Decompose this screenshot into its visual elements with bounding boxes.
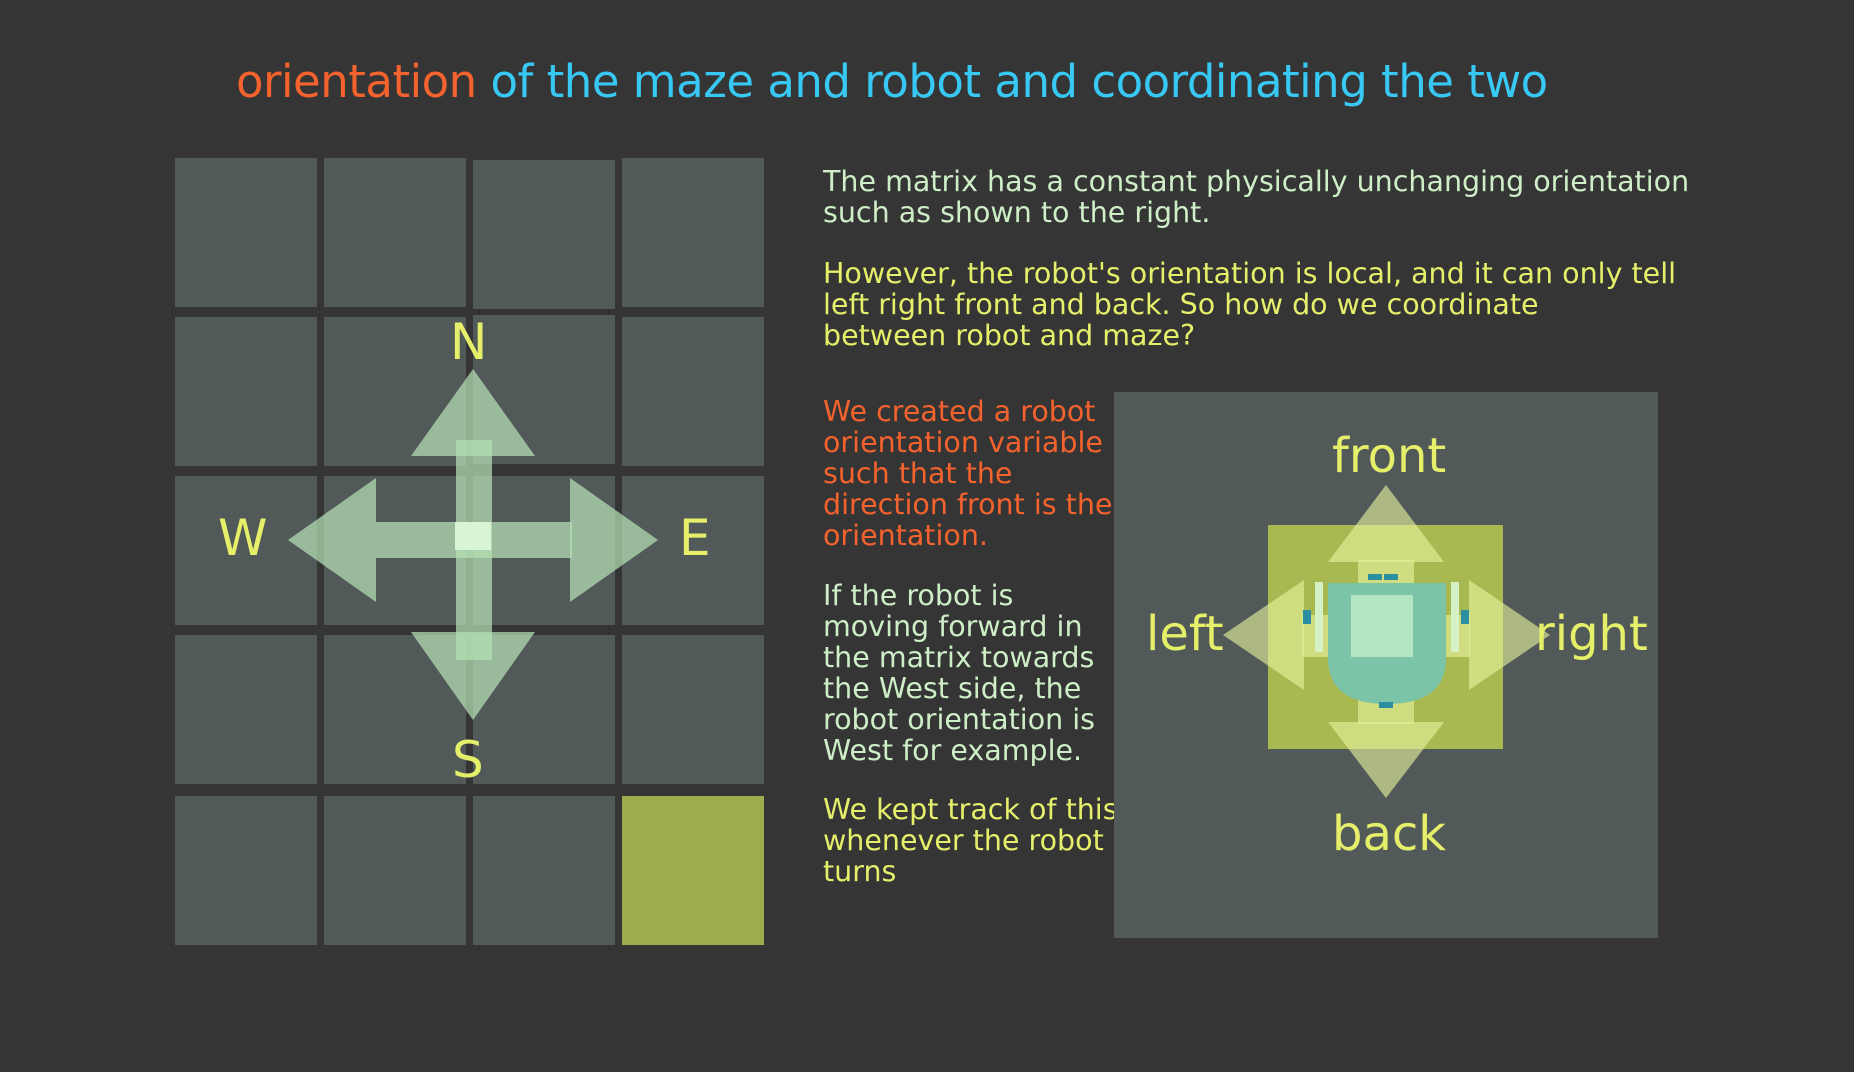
compass-west-label: W <box>218 509 268 567</box>
title-accent: orientation <box>236 55 477 108</box>
maze-cell <box>175 158 317 307</box>
text-line: robot orientation is <box>823 703 1096 736</box>
text-line: such that the <box>823 457 1013 490</box>
robot-left-label: left <box>1146 606 1224 662</box>
text-line: We kept track of this <box>823 793 1118 826</box>
text-line: the matrix towards <box>823 641 1095 674</box>
text-line: orientation. <box>823 519 988 552</box>
text-line: We created a robot <box>823 395 1096 428</box>
sensor-back-icon <box>1379 702 1393 708</box>
maze-cell <box>324 317 466 466</box>
robot-back-label: back <box>1332 806 1447 862</box>
paragraph-robot-local: However, the robot's orientation is loca… <box>823 258 1676 351</box>
maze-cell <box>175 796 317 945</box>
text-line: West for example. <box>823 734 1083 767</box>
compass-east-label: E <box>679 509 711 567</box>
paragraph-tracking: We kept track of this whenever the robot… <box>823 794 1118 887</box>
text-line: The matrix has a constant physically unc… <box>823 165 1690 198</box>
compass-south-label: S <box>452 731 484 789</box>
title-rest: of the maze and robot and coordinating t… <box>476 55 1548 108</box>
maze-cell <box>175 317 317 466</box>
text-line: If the robot is <box>823 579 1014 612</box>
text-line: direction front is the <box>823 488 1113 521</box>
robot-panel: front back left right <box>1114 392 1658 938</box>
maze-cell <box>622 158 764 307</box>
maze-cell <box>473 160 615 309</box>
front-arrow-icon <box>1328 485 1444 562</box>
text-line: left right front and back. So how do we … <box>823 288 1539 321</box>
left-arrow-icon <box>1223 580 1304 690</box>
text-line: between robot and maze? <box>823 319 1196 352</box>
sensor-front-icon <box>1384 574 1398 580</box>
sensor-front-icon <box>1368 574 1382 580</box>
maze-cell <box>324 476 466 625</box>
compass-north-label: N <box>450 313 488 371</box>
maze-cell <box>324 158 466 307</box>
goal-cell <box>622 796 764 945</box>
slide: orientation of the maze and robot and co… <box>0 0 1854 1072</box>
text-line: orientation variable <box>823 426 1103 459</box>
text-line: moving forward in <box>823 610 1083 643</box>
text-line: whenever the robot <box>823 824 1104 857</box>
maze-cell <box>324 635 466 784</box>
slide-title: orientation of the maze and robot and co… <box>236 50 1548 114</box>
paragraph-west-example: If the robot is moving forward in the ma… <box>823 580 1095 766</box>
maze-cell <box>324 796 466 945</box>
paragraph-orientation-variable: We created a robot orientation variable … <box>823 396 1112 551</box>
back-arrow-icon <box>1328 722 1444 798</box>
robot-front-label: front <box>1332 428 1447 484</box>
sensor-left-icon <box>1303 610 1311 624</box>
text-line: the West side, the <box>823 672 1082 705</box>
robot-right-label: right <box>1535 606 1648 662</box>
text-line: such as shown to the right. <box>823 196 1211 229</box>
maze-cell <box>473 476 615 625</box>
maze-cell <box>473 796 615 945</box>
left-wheel <box>1315 582 1323 652</box>
maze-cell <box>622 317 764 466</box>
robot-top-plate <box>1351 595 1413 657</box>
maze-cell <box>622 635 764 784</box>
maze-cell <box>473 635 615 784</box>
sensor-right-icon <box>1461 610 1469 624</box>
maze-cell <box>175 635 317 784</box>
text-line: turns <box>823 855 897 888</box>
text-line: However, the robot's orientation is loca… <box>823 257 1677 290</box>
maze-cell <box>473 315 615 464</box>
right-wheel <box>1451 582 1459 652</box>
paragraph-matrix: The matrix has a constant physically unc… <box>823 166 1689 228</box>
